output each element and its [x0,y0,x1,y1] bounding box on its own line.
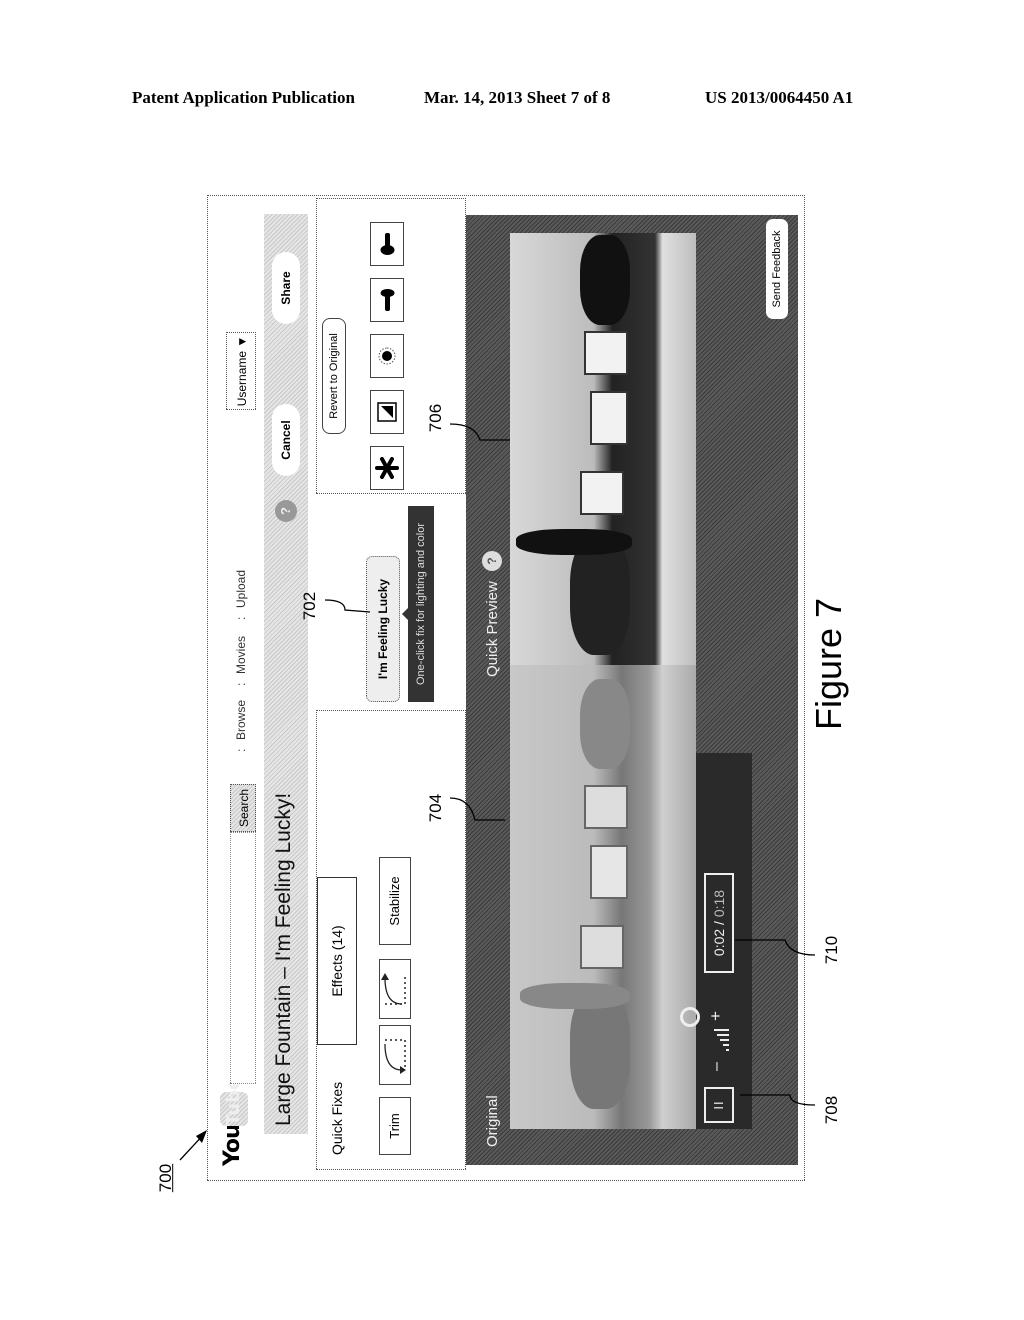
rotate-right-button[interactable] [379,959,411,1019]
temperature-icon [380,289,395,311]
search-button[interactable]: Search [230,784,256,832]
scene-trees [580,679,630,769]
arrowhead-700 [196,1130,207,1143]
tab-effects[interactable]: Effects (14) [317,877,357,1045]
rotate-left-icon [384,1039,406,1074]
video-title: Large Fountain – I'm Feeling Lucky! [272,792,295,1126]
original-video-frame[interactable] [510,665,696,1129]
color-button[interactable] [370,334,404,378]
contrast-icon [377,402,397,422]
rotate-right-icon [381,973,406,1005]
stabilize-button[interactable]: Stabilize [379,857,411,945]
trim-button[interactable]: Trim [379,1097,411,1155]
scene-house [584,331,628,375]
revert-to-original-button[interactable]: Revert to Original [322,318,346,434]
scene-house [580,925,624,969]
publication-number: US 2013/0064450 A1 [705,88,854,107]
quick-preview-label: Quick Preview [484,581,501,677]
cancel-button[interactable]: Cancel [272,404,300,476]
auto-fix-button[interactable] [370,446,404,490]
video-editor-window: You Tube Search : Browse : Movies : Uplo… [207,195,805,1181]
scene-house [590,391,628,445]
help-icon[interactable]: ? [275,500,297,522]
auto-fix-icon [375,457,399,479]
time-total: 0:18 [711,889,727,918]
contrast-button[interactable] [370,390,404,434]
ref-708: 708 [822,1095,842,1125]
youtube-logo-tube[interactable]: Tube [220,1078,248,1126]
brightness-icon [380,233,395,255]
nav-separator: : [234,616,248,620]
pause-button[interactable]: II [704,1087,734,1123]
player-controls: II – + 0:02 / 0:18 [680,753,752,1129]
quick-preview-panel: Original Quick Preview ? II – + 0:02 / 0… [466,215,798,1165]
ref-700: 700 [156,1163,176,1193]
volume-up-button[interactable]: + [706,1011,726,1021]
share-button[interactable]: Share [272,252,300,324]
time-current: 0:02 [711,928,727,957]
scene-house [580,471,624,515]
search-input[interactable] [230,832,256,1084]
scene-tree [516,529,632,555]
preview-help-icon[interactable]: ? [482,551,502,571]
ref-704: 704 [426,793,446,823]
scene-house [590,845,628,899]
figure-caption: Figure 7 [808,597,849,730]
preview-video-frame[interactable] [510,233,696,665]
scene-house [584,785,628,829]
lucky-tooltip: One-click fix for lighting and color [408,506,434,702]
rotate-left-button[interactable] [379,1025,411,1085]
ref-702: 702 [300,591,320,621]
nav-separator: : [234,682,248,686]
time-separator: / [711,917,727,929]
publication-date-sheet: Mar. 14, 2013 Sheet 7 of 8 [424,88,611,107]
ref-710: 710 [822,935,842,965]
scene-tree [520,983,630,1009]
send-feedback-button[interactable]: Send Feedback [766,219,788,319]
nav-separator: : [234,748,248,752]
username-dropdown[interactable]: Username ▼ [226,332,256,410]
nav-movies-link[interactable]: Movies [234,636,248,674]
volume-level-icon[interactable] [712,1025,730,1053]
time-display: 0:02 / 0:18 [704,873,734,973]
scene-trees [580,235,630,325]
edit-tabs-panel: Quick Fixes Effects (14) Trim Stabilize [316,710,466,1170]
temperature-button[interactable] [370,278,404,322]
volume-down-button[interactable]: – [708,1062,726,1071]
nav-browse-link[interactable]: Browse [234,700,248,740]
color-saturation-icon [378,347,396,365]
publication-label: Patent Application Publication [132,88,355,107]
original-label: Original [484,1095,501,1147]
feeling-lucky-button[interactable]: I'm Feeling Lucky [366,556,400,702]
leader-700 [179,1132,206,1161]
tab-quick-fixes[interactable]: Quick Fixes [317,1039,357,1169]
title-bar: Large Fountain – I'm Feeling Lucky! ? Ca… [264,214,308,1134]
nav-upload-link[interactable]: Upload [234,570,248,608]
youtube-logo-you[interactable]: You [220,1124,245,1166]
scrubber-handle[interactable] [680,1007,700,1027]
ui-figure-frame: You Tube Search : Browse : Movies : Uplo… [207,195,805,1181]
ref-706: 706 [426,403,446,433]
brightness-button[interactable] [370,222,404,266]
